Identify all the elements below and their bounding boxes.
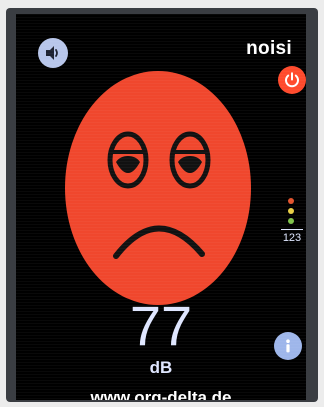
- app-screen: noisi 123 77 dB www.org-delta.de: [16, 14, 306, 400]
- level-dot-low: [288, 218, 294, 224]
- app-name: noisi: [246, 38, 292, 59]
- power-icon: [285, 72, 299, 88]
- decibel-unit: dB: [149, 358, 173, 377]
- info-button[interactable]: [274, 332, 302, 360]
- website-link[interactable]: www.org-delta.de: [16, 388, 306, 400]
- decibel-value: 77: [129, 294, 193, 357]
- device-frame: noisi 123 77 dB www.org-delta.de: [0, 0, 324, 407]
- level-dot-high: [288, 198, 294, 204]
- level-indicator: 123: [280, 198, 304, 252]
- level-dot-mid: [288, 208, 294, 214]
- sad-face-icon: [65, 71, 251, 305]
- power-button[interactable]: [278, 66, 306, 94]
- speaker-icon: [46, 46, 58, 60]
- speaker-button[interactable]: [38, 38, 68, 68]
- info-icon: [286, 339, 290, 353]
- level-divider: [281, 229, 303, 230]
- face-circle: [65, 71, 251, 305]
- level-label: 123: [282, 232, 302, 244]
